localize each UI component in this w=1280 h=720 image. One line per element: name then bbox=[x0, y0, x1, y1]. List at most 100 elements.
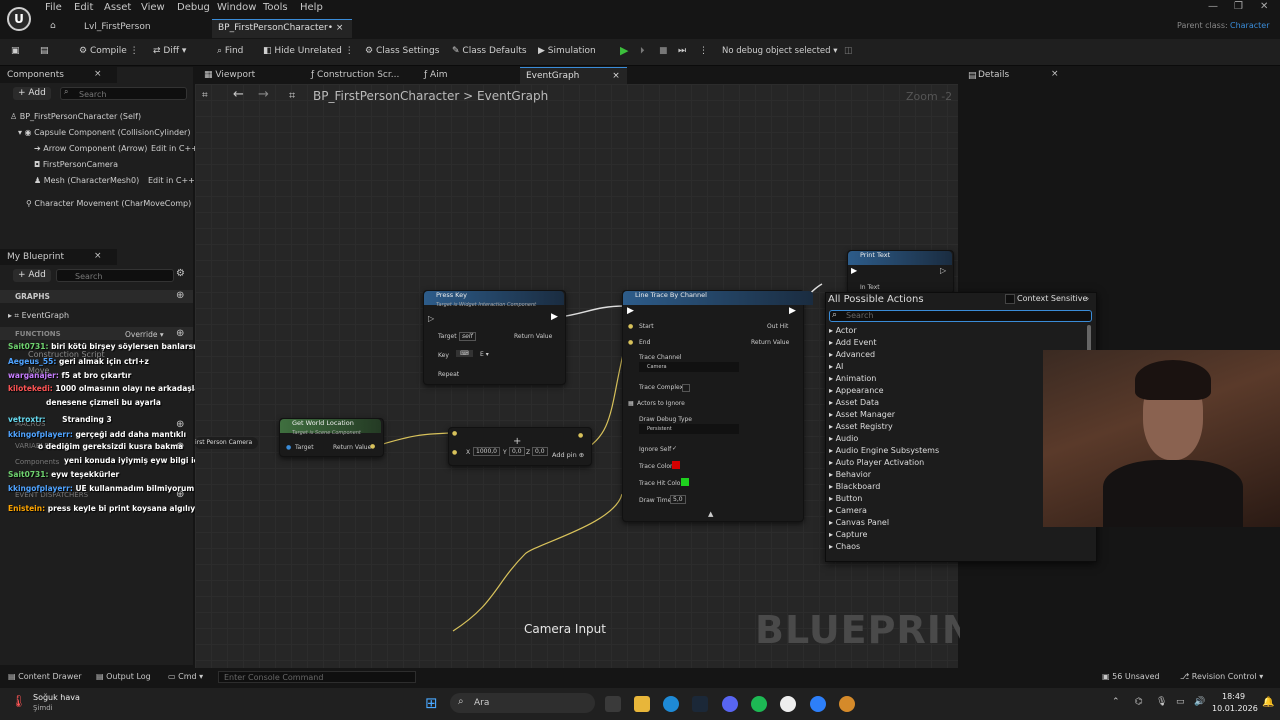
add-graph-icon[interactable]: ⊕ bbox=[176, 290, 184, 301]
microphone-icon[interactable]: 🎙 bbox=[1156, 697, 1167, 707]
add-blueprint-button[interactable]: + Add bbox=[13, 269, 51, 282]
find-button[interactable]: ⌕ Find bbox=[217, 44, 243, 58]
steam-icon[interactable] bbox=[692, 696, 708, 712]
task-view-icon[interactable] bbox=[605, 696, 621, 712]
collapse-icon[interactable]: ▲ bbox=[708, 510, 713, 518]
component-item-camera[interactable]: ◘ FirstPersonCamera bbox=[34, 160, 118, 169]
discord-icon[interactable] bbox=[722, 696, 738, 712]
exec-in-pin[interactable]: ▶ bbox=[851, 266, 857, 275]
input-a-dot[interactable]: ● bbox=[452, 430, 457, 437]
weather-title[interactable]: Soğuk hava bbox=[33, 693, 80, 702]
home-icon[interactable]: ⌂ bbox=[50, 21, 56, 31]
menu-window[interactable]: Window bbox=[217, 2, 256, 13]
class-settings-button[interactable]: ⚙ Class Settings bbox=[365, 44, 439, 58]
exec-in-pin[interactable]: ▶ bbox=[627, 306, 634, 316]
revision-control-button[interactable]: ⎇ Revision Control ▾ bbox=[1180, 672, 1263, 681]
action-category[interactable]: ▸ Actor bbox=[829, 325, 1084, 337]
key-dropdown[interactable]: E ▾ bbox=[480, 351, 489, 358]
edge-icon[interactable] bbox=[663, 696, 679, 712]
out-hit-pin[interactable]: Out Hit bbox=[767, 323, 788, 330]
component-item-arrow[interactable]: ➔ Arrow Component (Arrow) bbox=[34, 144, 147, 153]
add-component-button[interactable]: + Add bbox=[13, 87, 51, 100]
parent-class-link[interactable]: Character bbox=[1230, 21, 1270, 30]
volume-icon[interactable]: 🔊 bbox=[1194, 697, 1205, 707]
window-close-icon[interactable]: ✕ bbox=[1260, 1, 1268, 12]
taskbar-date[interactable]: 10.01.2026 bbox=[1212, 704, 1258, 713]
component-item-movement[interactable]: ⚲ Character Movement (CharMoveComp) bbox=[26, 199, 191, 208]
menu-tools[interactable]: Tools bbox=[263, 2, 288, 13]
override-dropdown[interactable]: Override ▾ bbox=[125, 330, 164, 339]
context-sensitive-checkbox[interactable] bbox=[1005, 294, 1015, 304]
cmd-dropdown[interactable]: ▭ Cmd ▾ bbox=[168, 672, 203, 681]
close-components-icon[interactable]: × bbox=[94, 69, 102, 79]
component-item-self[interactable]: ♙ BP_FirstPersonCharacter (Self) bbox=[10, 112, 141, 121]
monitor-icon[interactable]: ▭ bbox=[1176, 697, 1185, 707]
components-search[interactable]: Search bbox=[60, 87, 187, 100]
action-category[interactable]: ▸ Chaos bbox=[829, 541, 1084, 553]
draw-time-value[interactable]: 5,0 bbox=[670, 495, 686, 504]
repeat-pin[interactable]: Repeat bbox=[438, 371, 459, 378]
unsaved-button[interactable]: ▣ 56 Unsaved bbox=[1102, 672, 1160, 681]
z-value[interactable]: 0,0 bbox=[532, 447, 548, 456]
step-icon[interactable]: ⏵ bbox=[640, 44, 645, 58]
browse-icon[interactable]: ▤ bbox=[40, 44, 49, 58]
camera-reference-node[interactable]: irst Person Camera bbox=[195, 437, 258, 449]
close-icon[interactable]: × bbox=[336, 23, 344, 33]
output-log-button[interactable]: ▤ Output Log bbox=[96, 672, 151, 681]
file-explorer-icon[interactable] bbox=[634, 696, 650, 712]
start-pin-dot[interactable]: ● bbox=[628, 323, 633, 330]
y-value[interactable]: 0,0 bbox=[509, 447, 525, 456]
component-item-capsule[interactable]: ▾ ◉ Capsule Component (CollisionCylinder… bbox=[18, 128, 190, 137]
key-icon[interactable]: ⌨ bbox=[456, 350, 473, 357]
trace-complex-checkbox[interactable] bbox=[682, 384, 690, 392]
target-pin[interactable]: Target bbox=[438, 333, 457, 340]
tray-network-icon[interactable]: ⌬ bbox=[1135, 697, 1143, 707]
exec-out-pin[interactable]: ▶ bbox=[551, 312, 558, 322]
minimize-icon[interactable]: — bbox=[1208, 1, 1218, 12]
more-icon[interactable]: ⋮ bbox=[699, 44, 708, 58]
edit-in-cpp-link-mesh[interactable]: Edit in C++ bbox=[148, 176, 195, 185]
taskbar-search[interactable]: Ara bbox=[450, 693, 595, 713]
return-value-pin[interactable]: Return Value bbox=[333, 444, 371, 451]
x-value[interactable]: 1000,0 bbox=[473, 447, 500, 456]
close-my-blueprint-icon[interactable]: × bbox=[94, 251, 102, 261]
key-pin[interactable]: Key bbox=[438, 352, 449, 359]
stop-icon[interactable]: ■ bbox=[659, 44, 668, 58]
settings-gear-icon[interactable]: ⚙ bbox=[176, 268, 185, 279]
vscode-icon[interactable] bbox=[810, 696, 826, 712]
spotify-icon[interactable] bbox=[751, 696, 767, 712]
exec-out-pin[interactable]: ▷ bbox=[940, 266, 946, 275]
action-category[interactable]: ▸ Capture bbox=[829, 529, 1084, 541]
debug-object-select[interactable]: No debug object selected ▾ bbox=[722, 44, 838, 58]
blueprint-search[interactable]: Search bbox=[56, 269, 174, 282]
actors-ignore-pin[interactable]: Actors to Ignore bbox=[637, 400, 685, 407]
exec-in-pin[interactable]: ▷ bbox=[428, 314, 434, 323]
output-dot[interactable]: ● bbox=[578, 432, 583, 439]
return-value-dot[interactable]: ● bbox=[370, 443, 375, 450]
ignore-self-pin[interactable]: Ignore Self bbox=[639, 446, 671, 453]
hide-unrelated-button[interactable]: ◧ Hide Unrelated ⋮ bbox=[263, 44, 354, 58]
add-pin-button[interactable]: Add pin ⊕ bbox=[552, 451, 584, 459]
restore-icon[interactable]: ❐ bbox=[1234, 1, 1243, 12]
eject-icon[interactable]: ⏭ bbox=[678, 44, 686, 58]
menu-help[interactable]: Help bbox=[300, 2, 323, 13]
trace-channel-select[interactable]: Camera bbox=[639, 362, 739, 372]
content-drawer-button[interactable]: ▤ Content Drawer bbox=[8, 672, 82, 681]
tab-construction[interactable]: ƒ Construction Scr... bbox=[305, 67, 405, 85]
play-icon[interactable]: ▶ bbox=[620, 44, 628, 58]
simulation-button[interactable]: ▶ Simulation bbox=[538, 44, 596, 58]
actions-search-input[interactable]: Search bbox=[829, 310, 1092, 322]
target-pin-dot[interactable]: ● bbox=[286, 444, 291, 451]
console-input[interactable]: Enter Console Command bbox=[218, 671, 416, 683]
graph-item-eventgraph[interactable]: ▸ ⌗ EventGraph bbox=[8, 311, 69, 321]
add-function-icon[interactable]: ⊕ bbox=[176, 328, 184, 339]
menu-debug[interactable]: Debug bbox=[177, 2, 210, 13]
menu-edit[interactable]: Edit bbox=[74, 2, 93, 13]
obs-icon[interactable] bbox=[839, 696, 855, 712]
compile-button[interactable]: ⚙ Compile ⋮ bbox=[79, 44, 139, 58]
close-details-icon[interactable]: × bbox=[1051, 69, 1059, 79]
weather-icon[interactable]: 🌡 bbox=[11, 694, 26, 708]
return-value-pin[interactable]: Return Value bbox=[514, 333, 552, 340]
add-macro-icon[interactable]: ⊕ bbox=[176, 419, 184, 430]
save-icon[interactable]: ▣ bbox=[11, 44, 20, 58]
